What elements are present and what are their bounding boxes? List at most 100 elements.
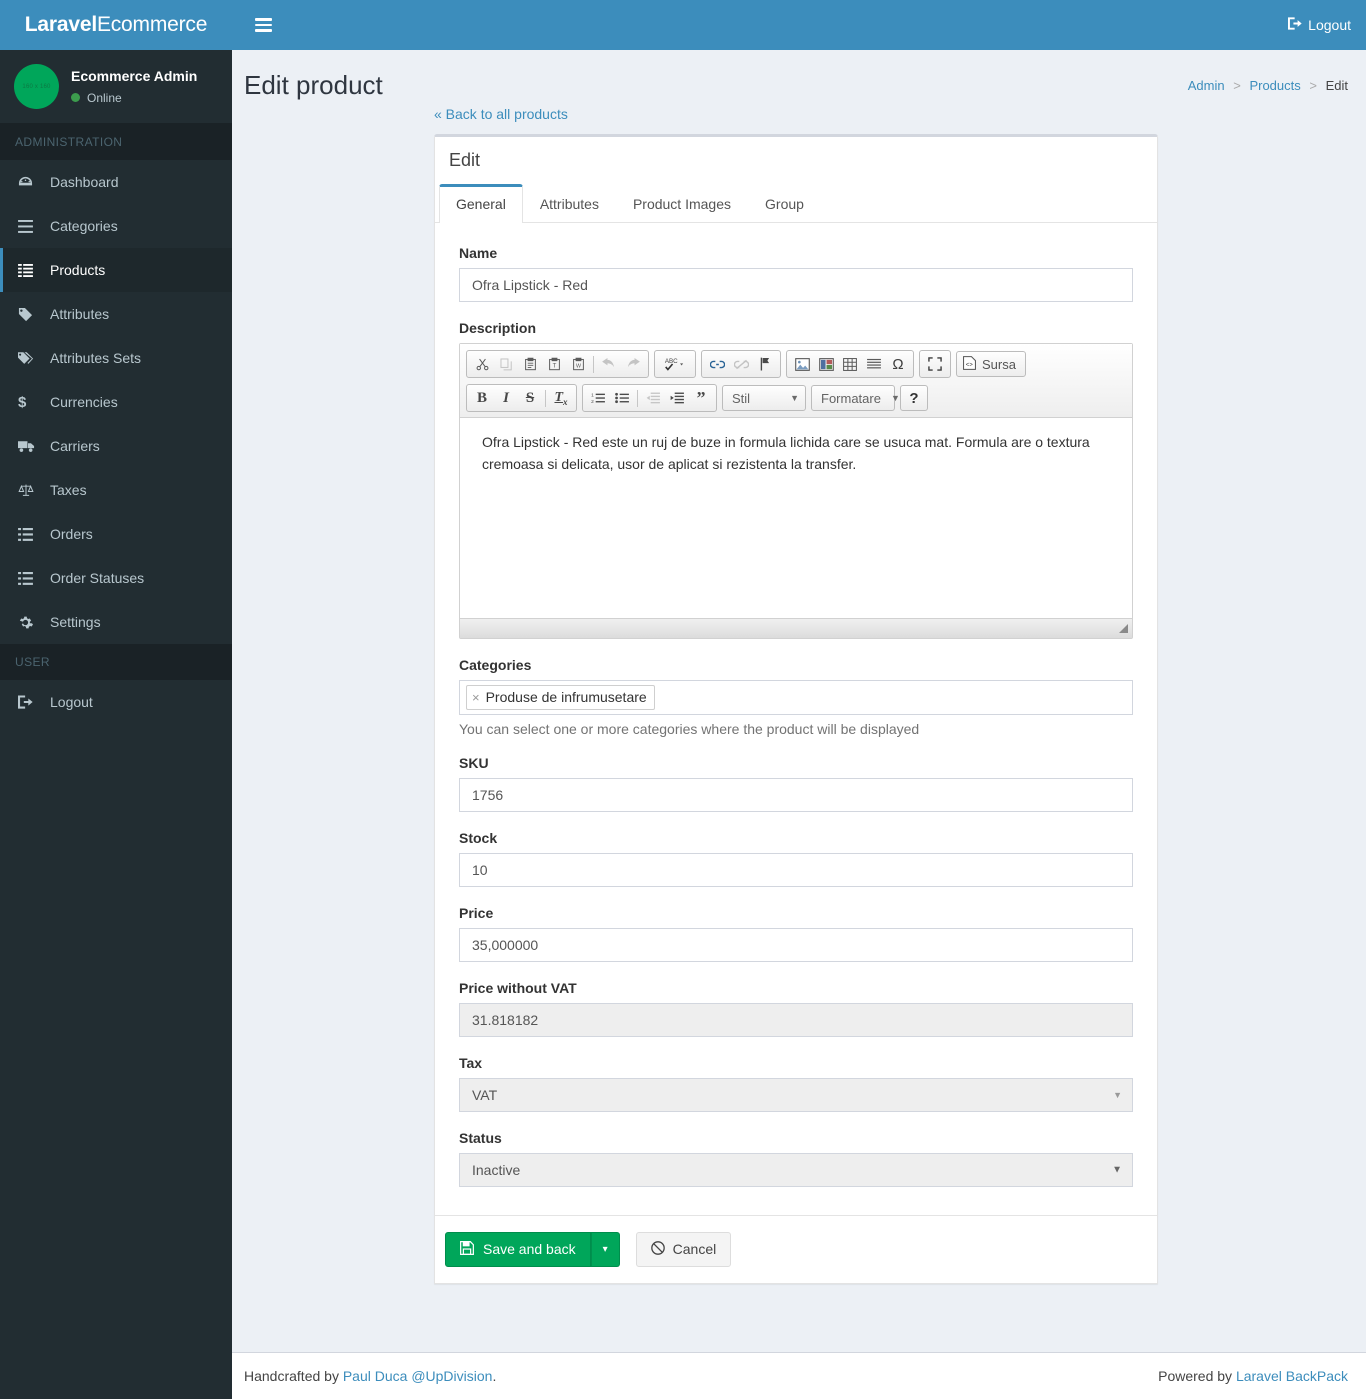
insert-group: Ω: [786, 350, 914, 378]
categories-select[interactable]: × Produse de infrumusetare: [459, 680, 1133, 715]
sidebar-item-carriers[interactable]: Carriers: [0, 424, 232, 468]
editor-toolbar: T W ABC Ω <> Sursa B I S Tx 1 2 ” Stil ▼…: [460, 344, 1132, 418]
breadcrumb-separator: >: [1309, 78, 1317, 93]
status-select[interactable]: [459, 1152, 1133, 1187]
bulleted-list-icon[interactable]: [610, 387, 634, 409]
horizontal-rule-icon[interactable]: [862, 353, 886, 375]
sidebar-item-label: Dashboard: [50, 174, 119, 190]
content-body: « Back to all products Edit General Attr…: [232, 106, 1366, 1330]
field-group-price-without-vat: Price without VAT: [459, 980, 1133, 1037]
sidebar-toggle-icon[interactable]: [247, 9, 280, 41]
unlink-icon[interactable]: [729, 353, 753, 375]
strikethrough-icon[interactable]: S: [518, 387, 542, 409]
truck-icon: [18, 440, 40, 453]
breadcrumb-item-admin[interactable]: Admin: [1188, 78, 1225, 93]
sidebar-item-settings[interactable]: Settings: [0, 600, 232, 644]
form-actions: Save and back ▾ Cancel: [435, 1214, 1157, 1283]
sidebar-section-administration: ADMINISTRATION: [0, 124, 232, 160]
copy-icon[interactable]: [494, 353, 518, 375]
save-and-back-button[interactable]: Save and back: [445, 1231, 591, 1267]
brand-logo[interactable]: Laravel Ecommerce: [0, 0, 232, 50]
price-label: Price: [459, 904, 494, 921]
sidebar-item-taxes[interactable]: Taxes: [0, 468, 232, 512]
cut-icon[interactable]: [470, 353, 494, 375]
blockquote-icon[interactable]: ”: [689, 387, 713, 409]
format-combo[interactable]: Formatare ▼: [811, 385, 900, 411]
outdent-icon[interactable]: [641, 387, 665, 409]
sidebar-item-order-statuses[interactable]: Order Statuses: [0, 556, 232, 600]
back-to-all-products-link[interactable]: « Back to all products: [434, 106, 568, 122]
footer-author-link[interactable]: Paul Duca @UpDivision: [343, 1368, 493, 1384]
anchor-flag-icon[interactable]: [753, 353, 777, 375]
tax-select-wrapper: ▼: [459, 1077, 1133, 1112]
sidebar-item-label: Currencies: [50, 394, 118, 410]
sidebar-item-attributes-sets[interactable]: Attributes Sets: [0, 336, 232, 380]
price-input[interactable]: [459, 927, 1133, 962]
toolbar-separator: [637, 389, 638, 407]
price-without-vat-label: Price without VAT: [459, 979, 577, 996]
remove-format-icon[interactable]: Tx: [549, 387, 573, 409]
sidebar: Laravel Ecommerce 160 x 160 Ecommerce Adm…: [0, 0, 232, 1399]
tab-general[interactable]: General: [439, 184, 523, 223]
indent-icon[interactable]: [665, 387, 689, 409]
sku-input[interactable]: [459, 777, 1133, 812]
save-options-dropdown-button[interactable]: ▾: [590, 1231, 620, 1267]
name-input[interactable]: [459, 268, 1133, 302]
breadcrumb-item-products[interactable]: Products: [1249, 78, 1300, 93]
sidebar-item-attributes[interactable]: Attributes: [0, 292, 232, 336]
sidebar-item-products[interactable]: Products: [0, 248, 232, 292]
navbar-logout-label: Logout: [1308, 17, 1351, 33]
redo-icon[interactable]: [621, 353, 645, 375]
field-group-price: Price: [459, 905, 1133, 962]
flash-icon[interactable]: [814, 353, 838, 375]
omega-glyph: Ω: [892, 355, 904, 373]
footer-left-suffix: .: [492, 1368, 497, 1384]
sidebar-item-currencies[interactable]: $ Currencies: [0, 380, 232, 424]
undo-icon[interactable]: [597, 353, 621, 375]
resize-grip-icon[interactable]: [1115, 620, 1128, 636]
stock-input[interactable]: [459, 852, 1133, 887]
sidebar-item-label: Products: [50, 262, 106, 278]
tax-select[interactable]: [459, 1077, 1133, 1112]
sidebar-item-orders[interactable]: Orders: [0, 512, 232, 556]
cancel-button[interactable]: Cancel: [635, 1231, 732, 1267]
tab-attributes[interactable]: Attributes: [523, 184, 616, 223]
sidebar-item-label: Taxes: [50, 482, 87, 498]
format-combo-label: Formatare: [821, 390, 881, 406]
sidebar-item-logout[interactable]: Logout: [0, 680, 232, 724]
footer-backpack-link[interactable]: Laravel BackPack: [1236, 1368, 1348, 1384]
sidebar-item-dashboard[interactable]: Dashboard: [0, 160, 232, 204]
navbar-logout-button[interactable]: Logout: [1288, 17, 1351, 33]
image-icon[interactable]: [790, 353, 814, 375]
numbered-list-icon[interactable]: 12: [586, 387, 610, 409]
description-editor-content[interactable]: Ofra Lipstick - Red este un ruj de buze …: [460, 418, 1132, 618]
link-group: [701, 350, 781, 378]
tags-icon: [18, 351, 40, 366]
italic-icon[interactable]: I: [494, 387, 518, 409]
name-label: Name: [459, 245, 498, 261]
spellcheck-icon[interactable]: ABC: [658, 353, 692, 375]
tab-group[interactable]: Group: [748, 184, 821, 223]
edit-panel: Edit General Attributes Product Images G…: [434, 134, 1158, 1284]
table-icon[interactable]: [838, 353, 862, 375]
top-navbar: Logout: [232, 0, 1366, 50]
user-name: Ecommerce Admin: [71, 67, 198, 84]
paste-text-icon[interactable]: T: [542, 353, 566, 375]
tab-product-images[interactable]: Product Images: [616, 184, 748, 223]
paste-word-icon[interactable]: W: [566, 353, 590, 375]
bold-icon[interactable]: B: [470, 387, 494, 409]
paste-icon[interactable]: [518, 353, 542, 375]
maximize-group: [919, 350, 951, 378]
link-icon[interactable]: [705, 353, 729, 375]
maximize-icon[interactable]: [923, 353, 947, 375]
help-button[interactable]: ?: [900, 385, 928, 411]
special-char-icon[interactable]: Ω: [886, 353, 910, 375]
app-root: Laravel Ecommerce 160 x 160 Ecommerce Adm…: [0, 0, 1366, 1399]
sidebar-item-label: Categories: [50, 218, 118, 234]
avatar-placeholder-text: 160 x 160: [22, 83, 51, 90]
sidebar-item-categories[interactable]: Categories: [0, 204, 232, 248]
style-combo[interactable]: Stil ▼: [722, 385, 806, 411]
source-button[interactable]: <> Sursa: [956, 351, 1026, 377]
svg-text:T: T: [552, 363, 556, 370]
remove-tag-icon[interactable]: ×: [472, 689, 480, 707]
